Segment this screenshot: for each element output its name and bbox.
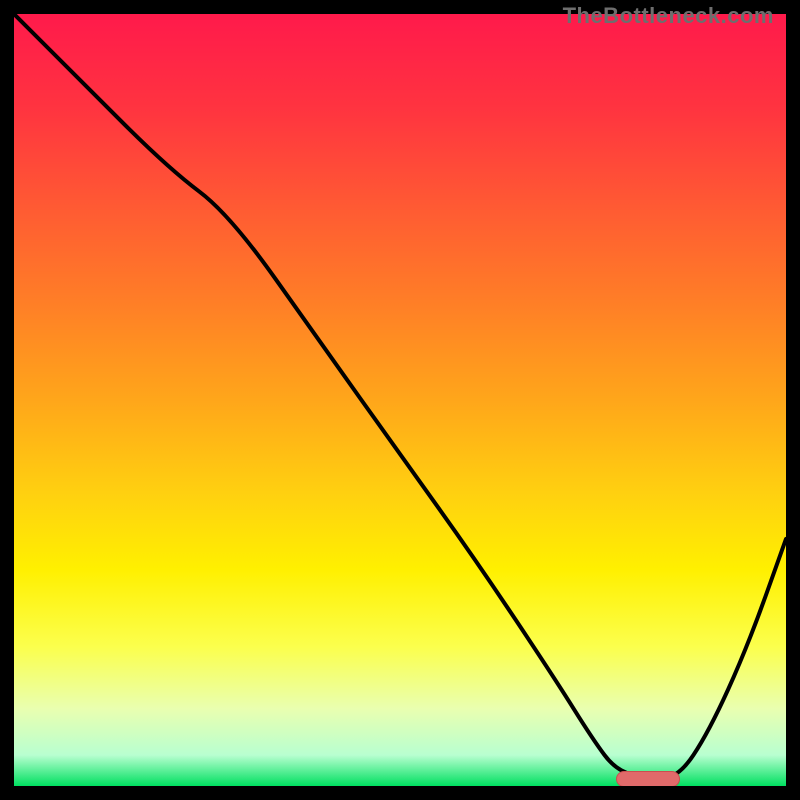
border-left — [0, 0, 14, 800]
border-right — [786, 0, 800, 800]
plot-area — [14, 14, 786, 786]
border-bottom — [0, 786, 800, 800]
chart-frame: TheBottleneck.com — [0, 0, 800, 800]
bottleneck-curve — [14, 14, 786, 786]
optimal-range-marker — [616, 771, 680, 786]
watermark-text: TheBottleneck.com — [563, 3, 774, 29]
